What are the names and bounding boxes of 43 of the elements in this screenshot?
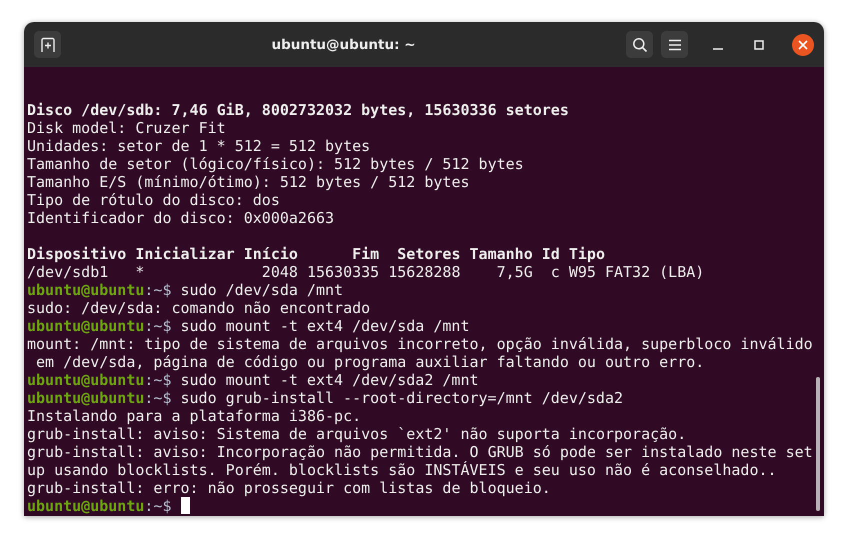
maximize-icon [754,40,764,50]
output-line: Instalando para a plataforma i386-pc. [27,407,362,425]
output-line: up usando blocklists. Porém. blocklists são INSTÁVEIS e seu uso não é aconselhado.. [27,461,777,479]
prompt-user: ubuntu@ubuntu [27,371,144,389]
prompt-path: :~$ [144,281,172,299]
prompt-user: ubuntu@ubuntu [27,317,144,335]
output-line: Tamanho E/S (mínimo/ótimo): 512 bytes / 512 bytes [27,173,470,191]
output-line: Tamanho de setor (lógico/físico): 512 bytes / 512 bytes [27,155,524,173]
command-text: sudo mount -t ext4 /dev/sda2 /mnt [180,371,479,389]
search-button[interactable] [626,31,653,58]
prompt-user: ubuntu@ubuntu [27,389,144,407]
output-line: grub-install: aviso: Sistema de arquivos `ext2' não suporta incorporação. [27,425,686,443]
menu-button[interactable] [661,31,688,58]
output-line: Tipo de rótulo do disco: dos [27,191,280,209]
prompt-user: ubuntu@ubuntu [27,497,144,515]
prompt-path: :~$ [144,371,172,389]
prompt-path: :~$ [144,317,172,335]
output-line: sudo: /dev/sda: comando não encontrado [27,299,370,317]
new-tab-icon [40,36,56,52]
output-line: mount: /mnt: tipo de sistema de arquivos incorreto, opção inválida, superbloco inválido [27,335,813,353]
output-line: Disco /dev/sdb: 7,46 GiB, 8002732032 bytes, 15630336 setores [27,101,569,119]
command-text: sudo /dev/sda /mnt [180,281,344,299]
prompt-path: :~$ [144,389,172,407]
close-button[interactable] [792,34,814,56]
scrollbar[interactable] [816,377,820,511]
search-icon [632,36,648,52]
output-line: Disk model: Cruzer Fit [27,119,226,137]
prompt-path: :~$ [144,497,172,515]
close-icon [798,40,808,50]
command-text: sudo grub-install --root-directory=/mnt /dev/sda2 [180,389,624,407]
minimize-icon [713,48,723,50]
output-line: em /dev/sda, página de código ou programa auxiliar faltando ou outro erro. [35,353,704,371]
new-tab-button[interactable] [34,31,61,58]
output-line: Dispositivo Inicializar Início Fim Setores Tamanho Id Tipo [27,245,605,263]
output-line: grub-install: aviso: Incorporação não permitida. O GRUB só pode ser instalado neste set [27,443,813,461]
output-line: grub-install: erro: não prosseguir com listas de bloqueio. [27,479,551,497]
output-line: Unidades: setor de 1 * 512 = 512 bytes [27,137,370,155]
command-text: sudo mount -t ext4 /dev/sda /mnt [180,317,470,335]
output-line: /dev/sdb1 * 2048 15630335 15628288 7,5G c W95 FAT32 (LBA) [27,263,704,281]
window-title: ubuntu@ubuntu: ~ [270,36,417,52]
prompt-user: ubuntu@ubuntu [27,281,144,299]
output-line: Identificador do disco: 0x000a2663 [27,209,334,227]
menu-icon [668,38,682,50]
